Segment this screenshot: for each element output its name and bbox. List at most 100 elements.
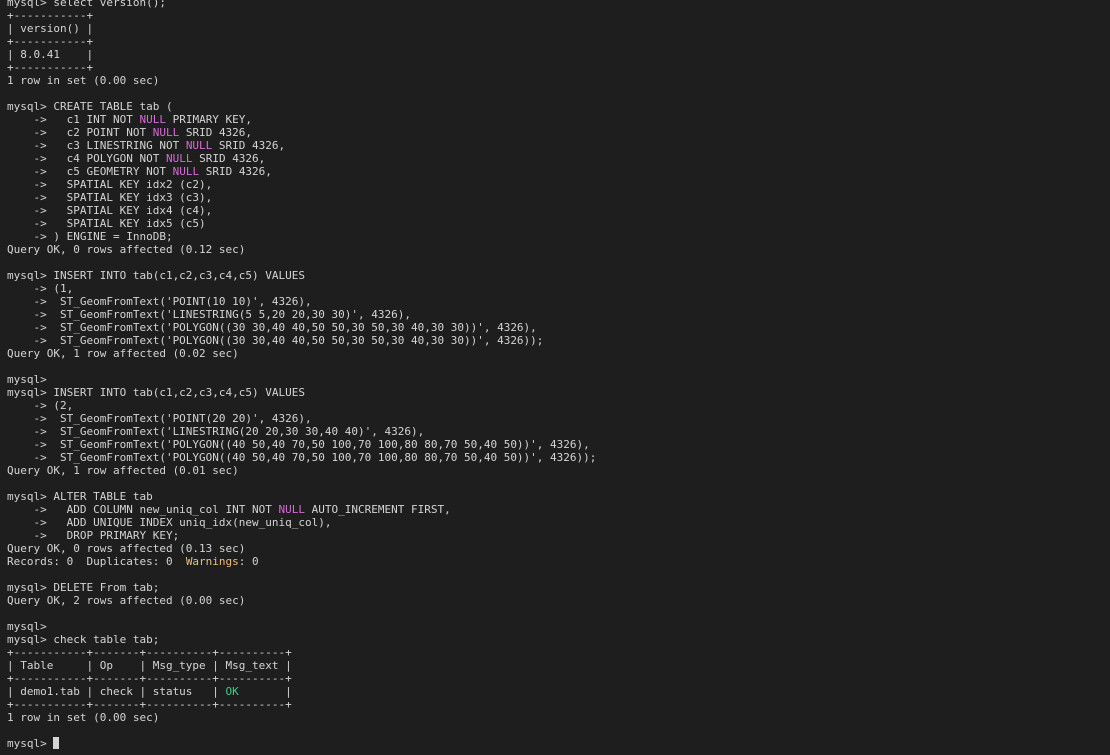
terminal-text: -> SPATIAL KEY idx2 (c2), (7, 178, 213, 191)
terminal-text: mysql> check table tab; (7, 633, 160, 646)
terminal-text: -> c5 GEOMETRY NOT (7, 165, 173, 178)
terminal-line: | demo1.tab | check | status | OK | (7, 685, 1110, 698)
terminal-line: -> SPATIAL KEY idx4 (c4), (7, 204, 1110, 217)
terminal-text: -> SPATIAL KEY idx4 (c4), (7, 204, 213, 217)
terminal-line: 1 row in set (0.00 sec) (7, 74, 1110, 87)
terminal-line: -> (2, (7, 399, 1110, 412)
terminal-line: mysql> ALTER TABLE tab (7, 490, 1110, 503)
terminal-text: mysql> INSERT INTO tab(c1,c2,c3,c4,c5) V… (7, 269, 306, 282)
terminal-line: mysql> INSERT INTO tab(c1,c2,c3,c4,c5) V… (7, 269, 1110, 282)
terminal-line: +-----------+ (7, 61, 1110, 74)
terminal-line: +-----------+-------+----------+--------… (7, 646, 1110, 659)
terminal-text: Query OK, 0 rows affected (0.13 sec) (7, 542, 246, 555)
terminal-text: Query OK, 0 rows affected (0.12 sec) (7, 243, 246, 256)
terminal-line: mysql> select version(); (7, 0, 1110, 9)
terminal-cursor[interactable] (53, 737, 60, 749)
terminal-text: mysql> DELETE From tab; (7, 581, 160, 594)
terminal-text: -> ST_GeomFromText('POLYGON((40 50,40 70… (7, 438, 590, 451)
terminal-text: | version() | (7, 22, 94, 35)
terminal-text: -> ADD UNIQUE INDEX uniq_idx(new_uniq_co… (7, 516, 332, 529)
terminal-line: +-----------+-------+----------+--------… (7, 672, 1110, 685)
terminal-line: -> (1, (7, 282, 1110, 295)
terminal-text: +-----------+ (7, 61, 94, 74)
terminal-line: +-----------+ (7, 35, 1110, 48)
terminal-text: mysql> CREATE TABLE tab ( (7, 100, 173, 113)
terminal-text: -> ST_GeomFromText('POLYGON((30 30,40 40… (7, 321, 537, 334)
terminal-text: +-----------+ (7, 35, 94, 48)
terminal-line: -> ST_GeomFromText('LINESTRING(20 20,30 … (7, 425, 1110, 438)
terminal-line: -> c2 POINT NOT NULL SRID 4326, (7, 126, 1110, 139)
terminal-text: SRID 4326, (212, 139, 286, 152)
terminal-text: -> ST_GeomFromText('POINT(10 10)', 4326)… (7, 295, 312, 308)
terminal-text: -> ST_GeomFromText('POLYGON((40 50,40 70… (7, 451, 597, 464)
terminal-window[interactable]: mysql> select version(); +-----------+ | v… (0, 0, 1110, 755)
terminal-text: mysql> (7, 737, 54, 750)
terminal-line: -> ST_GeomFromText('POINT(10 10)', 4326)… (7, 295, 1110, 308)
keyword-null: NULL (185, 139, 213, 152)
terminal-text: +-----------+ (7, 9, 94, 22)
terminal-text: AUTO_INCREMENT FIRST, (305, 503, 451, 516)
terminal-text: | Table | Op | Msg_type | Msg_text | (7, 659, 292, 672)
terminal-text: -> (1, (7, 282, 74, 295)
terminal-line: -> ST_GeomFromText('POLYGON((40 50,40 70… (7, 438, 1110, 451)
keyword-null: NULL (278, 503, 306, 516)
terminal-line: -> ST_GeomFromText('POLYGON((30 30,40 40… (7, 334, 1110, 347)
terminal-text: mysql> (7, 620, 47, 633)
terminal-line: -> ST_GeomFromText('POLYGON((30 30,40 40… (7, 321, 1110, 334)
terminal-line: | Table | Op | Msg_type | Msg_text | (7, 659, 1110, 672)
terminal-text: 1 row in set (0.00 sec) (7, 74, 160, 87)
terminal-text: Records: 0 Duplicates: 0 (7, 555, 186, 568)
terminal-line: -> ST_GeomFromText('LINESTRING(5 5,20 20… (7, 308, 1110, 321)
terminal-line: mysql> INSERT INTO tab(c1,c2,c3,c4,c5) V… (7, 386, 1110, 399)
terminal-line: -> SPATIAL KEY idx3 (c3), (7, 191, 1110, 204)
terminal-line: mysql> (7, 373, 1110, 386)
terminal-line: Query OK, 0 rows affected (0.13 sec) (7, 542, 1110, 555)
terminal-line: -> c5 GEOMETRY NOT NULL SRID 4326, (7, 165, 1110, 178)
terminal-text: | demo1.tab | check | status | (7, 685, 226, 698)
terminal-text: SRID 4326, (199, 165, 272, 178)
terminal-line: -> SPATIAL KEY idx5 (c5) (7, 217, 1110, 230)
terminal-line: Query OK, 1 row affected (0.01 sec) (7, 464, 1110, 477)
terminal-text: PRIMARY KEY, (165, 113, 253, 126)
terminal-line: -> ST_GeomFromText('POLYGON((40 50,40 70… (7, 451, 1110, 464)
terminal-line: -> ST_GeomFromText('POINT(20 20)', 4326)… (7, 412, 1110, 425)
terminal-text: mysql> (7, 373, 47, 386)
terminal-line: -> ) ENGINE = InnoDB; (7, 230, 1110, 243)
terminal-text: mysql> select version(); (7, 0, 166, 9)
terminal-text: -> ADD COLUMN new_uniq_col INT NOT (7, 503, 279, 516)
terminal-line: mysql> (7, 737, 1110, 750)
terminal-text: 1 row in set (0.00 sec) (7, 711, 160, 724)
terminal-text: -> ST_GeomFromText('LINESTRING(5 5,20 20… (7, 308, 411, 321)
terminal-line: +-----------+ (7, 9, 1110, 22)
terminal-line: -> DROP PRIMARY KEY; (7, 529, 1110, 542)
terminal-line: -> c4 POLYGON NOT NULL SRID 4326, (7, 152, 1110, 165)
terminal-text: SRID 4326, (179, 126, 253, 139)
terminal-text: +-----------+-------+----------+--------… (7, 646, 292, 659)
terminal-line: mysql> (7, 620, 1110, 633)
terminal-text: -> SPATIAL KEY idx5 (c5) (7, 217, 206, 230)
terminal-text: -> SPATIAL KEY idx3 (c3), (7, 191, 213, 204)
terminal-line: mysql> DELETE From tab; (7, 581, 1110, 594)
terminal-line: | 8.0.41 | (7, 48, 1110, 61)
terminal-line: 1 row in set (0.00 sec) (7, 711, 1110, 724)
terminal-line: -> c3 LINESTRING NOT NULL SRID 4326, (7, 139, 1110, 152)
terminal-text: -> ST_GeomFromText('LINESTRING(20 20,30 … (7, 425, 425, 438)
terminal-line: -> c1 INT NOT NULL PRIMARY KEY, (7, 113, 1110, 126)
terminal-line: Query OK, 2 rows affected (0.00 sec) (7, 594, 1110, 607)
terminal-text: -> ST_GeomFromText('POINT(20 20)', 4326)… (7, 412, 312, 425)
terminal-line: | version() | (7, 22, 1110, 35)
terminal-text: -> (2, (7, 399, 74, 412)
terminal-line: Records: 0 Duplicates: 0 Warnings: 0 (7, 555, 1110, 568)
terminal-text: | 8.0.41 | (7, 48, 94, 61)
terminal-line: mysql> check table tab; (7, 633, 1110, 646)
terminal-line: -> SPATIAL KEY idx2 (c2), (7, 178, 1110, 191)
terminal-text: mysql> INSERT INTO tab(c1,c2,c3,c4,c5) V… (7, 386, 306, 399)
terminal-line: -> ADD COLUMN new_uniq_col INT NOT NULL … (7, 503, 1110, 516)
terminal-line: -> ADD UNIQUE INDEX uniq_idx(new_uniq_co… (7, 516, 1110, 529)
terminal-text: Query OK, 2 rows affected (0.00 sec) (7, 594, 246, 607)
